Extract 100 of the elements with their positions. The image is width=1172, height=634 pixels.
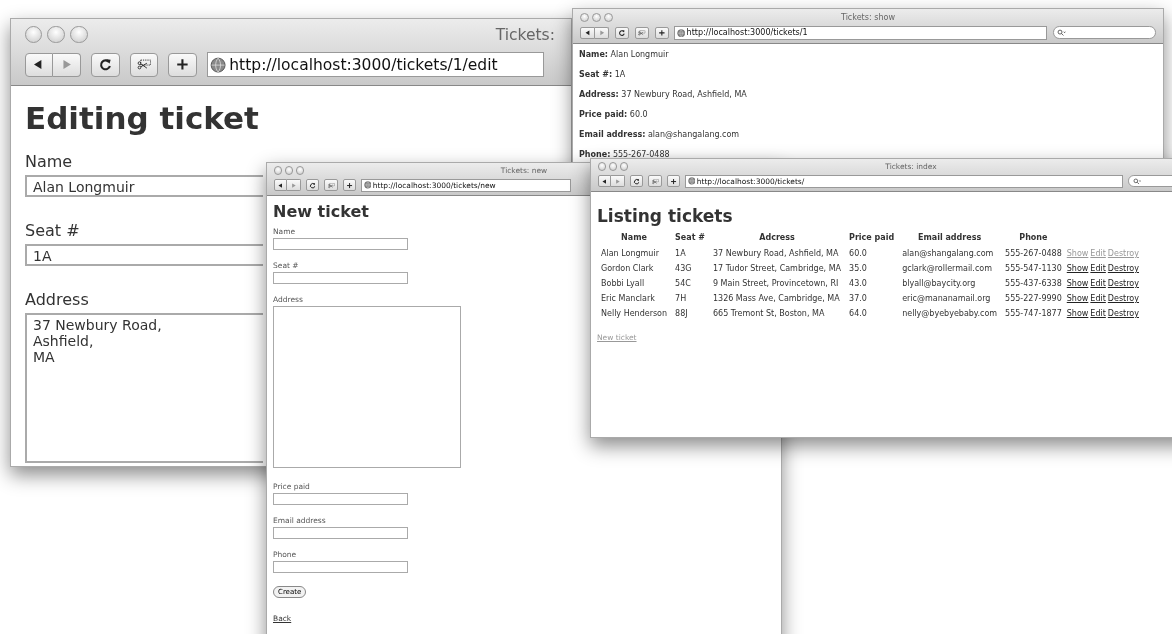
text-field[interactable] bbox=[273, 492, 408, 505]
reload-icon bbox=[308, 181, 317, 189]
row-action-link[interactable]: Show bbox=[1066, 308, 1089, 318]
snip-button[interactable] bbox=[129, 53, 159, 77]
page-heading: Editing ticket bbox=[25, 100, 259, 137]
table-cell-text: alan@shangalang.com bbox=[901, 247, 995, 260]
column-header: Adcress bbox=[758, 231, 796, 244]
row-action-link[interactable]: Destroy bbox=[1107, 278, 1139, 288]
search-field[interactable] bbox=[1052, 26, 1156, 40]
table-cell-text: 37 Newbury Road, Ashfield, MA bbox=[711, 247, 840, 260]
close-button[interactable] bbox=[597, 162, 606, 171]
search-icon bbox=[1057, 28, 1067, 37]
row-action-link[interactable]: Destroy bbox=[1107, 263, 1139, 273]
reload-icon bbox=[618, 28, 626, 37]
row-action-link[interactable]: Edit bbox=[1090, 293, 1106, 303]
table-cell-text: Alan Longmuir bbox=[600, 247, 660, 260]
right-triangle-icon bbox=[289, 181, 298, 189]
minimize-button[interactable] bbox=[591, 12, 601, 22]
search-icon bbox=[1132, 177, 1141, 185]
reload-button[interactable] bbox=[91, 53, 120, 77]
text-field[interactable] bbox=[273, 526, 408, 539]
row-action-link[interactable]: Destroy bbox=[1107, 293, 1139, 303]
close-button[interactable] bbox=[273, 166, 282, 175]
field-label: Seat # bbox=[25, 221, 80, 241]
close-button[interactable] bbox=[24, 25, 43, 44]
add-bookmark-button[interactable] bbox=[168, 53, 197, 77]
address-field[interactable]: 37 Newbury Road, Ashfield, MA bbox=[25, 313, 263, 464]
row-action-link[interactable]: Edit bbox=[1090, 278, 1106, 288]
row-action-link[interactable]: Show bbox=[1066, 263, 1089, 273]
zoom-button[interactable] bbox=[70, 25, 88, 44]
table-cell: 555-267-0488 bbox=[1001, 245, 1066, 261]
reload-button[interactable] bbox=[629, 175, 644, 187]
globe-icon bbox=[687, 177, 696, 185]
table-cell-text: 54C bbox=[674, 277, 692, 290]
reload-button[interactable] bbox=[614, 26, 630, 39]
table-cell-text: 37.0 bbox=[848, 292, 868, 305]
address-field[interactable]: http://localhost:3000/tickets/1/edit bbox=[206, 52, 545, 78]
table-cell-text: 665 Tremont St, Boston, MA bbox=[711, 307, 826, 320]
table-cell: 555-437-6338 bbox=[1001, 275, 1066, 291]
close-button[interactable] bbox=[580, 12, 590, 22]
table-cell-text: 1326 Mass Ave, Cambridge, MA bbox=[711, 292, 841, 305]
field-label: Address bbox=[25, 290, 89, 310]
window-title: Tickets: bbox=[495, 25, 555, 44]
plus-icon bbox=[346, 181, 354, 189]
address-field[interactable]: http://localhost:3000/tickets/1 bbox=[674, 25, 1048, 40]
table-cell-text: Nelly Henderson bbox=[600, 307, 669, 320]
minimize-button[interactable] bbox=[284, 166, 293, 175]
reload-button[interactable] bbox=[305, 179, 320, 191]
field-label: Name bbox=[25, 152, 73, 172]
back-button[interactable] bbox=[597, 175, 612, 187]
table-cell-text: 1A bbox=[674, 247, 687, 260]
detail-line: Seat #: 1A bbox=[579, 70, 626, 80]
row-action-link[interactable]: Show bbox=[1066, 293, 1089, 303]
table-cell-text: Eric Manclark bbox=[600, 292, 656, 305]
right-triangle-icon bbox=[613, 177, 622, 185]
table-cell-text: 7H bbox=[674, 292, 688, 305]
detail-line: Address: 37 Newbury Road, Ashfield, MA bbox=[579, 90, 747, 100]
column-header: Phone bbox=[1018, 231, 1049, 244]
page-heading: Listing tickets bbox=[597, 205, 733, 226]
page-heading: New ticket bbox=[273, 201, 369, 221]
row-action-link[interactable]: Edit bbox=[1090, 308, 1106, 318]
globe-icon bbox=[363, 181, 372, 189]
globe-icon bbox=[676, 28, 686, 37]
back-button[interactable] bbox=[273, 179, 288, 191]
row-action-link[interactable]: Edit bbox=[1090, 263, 1106, 273]
text-field[interactable]: Alan Longmuir bbox=[25, 175, 263, 198]
table-cell-text: 43.0 bbox=[848, 277, 868, 290]
text-field[interactable] bbox=[273, 560, 408, 573]
text-field[interactable] bbox=[273, 271, 408, 284]
column-header: Name bbox=[620, 231, 648, 244]
add-bookmark-button[interactable] bbox=[342, 179, 357, 191]
table-cell-text: nelly@byebyebaby.com bbox=[901, 307, 999, 320]
column-header: Seat # bbox=[674, 231, 706, 244]
back-button[interactable] bbox=[24, 53, 53, 77]
row-action-link[interactable]: Show bbox=[1066, 278, 1089, 288]
left-triangle-icon bbox=[276, 181, 284, 189]
table-cell-text: 43G bbox=[674, 262, 693, 275]
right-triangle-icon bbox=[597, 28, 606, 37]
minimize-button[interactable] bbox=[47, 25, 65, 44]
table-cell-text: eric@mananamail.org bbox=[901, 292, 992, 305]
left-triangle-icon bbox=[600, 177, 608, 185]
back-button[interactable] bbox=[580, 26, 595, 39]
zoom-button[interactable] bbox=[603, 12, 613, 22]
table-cell: 555-747-1877 bbox=[1001, 305, 1066, 321]
plus-icon bbox=[175, 57, 190, 73]
minimize-button[interactable] bbox=[608, 162, 617, 171]
table-cell-text: blyall@baycity.org bbox=[901, 277, 977, 290]
add-bookmark-button[interactable] bbox=[654, 26, 670, 39]
snip-button[interactable] bbox=[648, 175, 662, 187]
text-field[interactable]: 1A bbox=[25, 244, 263, 267]
add-bookmark-button[interactable] bbox=[666, 175, 681, 187]
reload-icon bbox=[632, 177, 641, 185]
zoom-button[interactable] bbox=[295, 166, 304, 175]
row-action-link[interactable]: Destroy bbox=[1107, 308, 1139, 318]
table-cell-text: 17 Tudor Street, Cambridge, MA bbox=[711, 262, 843, 275]
address-field[interactable] bbox=[273, 305, 461, 468]
snip-button[interactable] bbox=[324, 179, 338, 191]
left-triangle-icon bbox=[583, 28, 592, 37]
zoom-button[interactable] bbox=[619, 162, 628, 171]
text-field[interactable] bbox=[273, 237, 408, 250]
